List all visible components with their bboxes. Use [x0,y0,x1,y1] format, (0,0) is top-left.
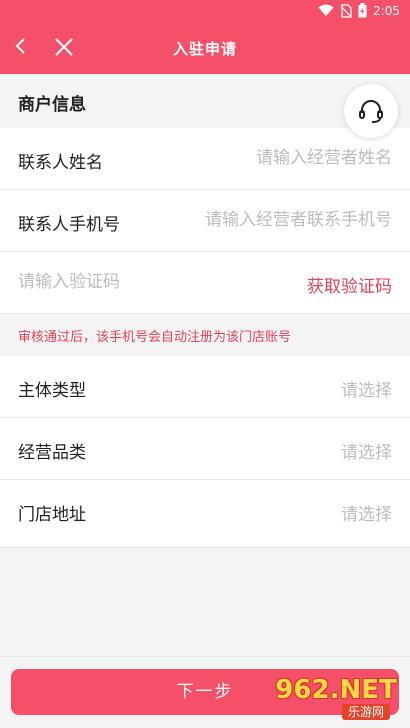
customer-service-button[interactable] [344,84,398,138]
entity-type-select[interactable]: 请选择 [341,376,392,401]
contact-phone-label: 联系人手机号 [18,215,120,235]
page-title: 入驻申请 [172,40,237,58]
category-label: 经营品类 [18,443,86,463]
status-bar: 2:05 [0,0,410,22]
battery-icon [358,3,367,18]
category-row[interactable]: 经营品类 请选择 [0,418,410,480]
section-title: 商户信息 [18,95,86,115]
contact-name-label: 联系人姓名 [18,153,103,173]
contact-phone-row: 联系人手机号 [0,190,410,252]
status-icons: 2:05 [318,3,400,18]
verify-code-row: 获取验证码 [0,252,410,314]
no-sim-icon [340,3,352,18]
headset-icon [359,100,383,123]
store-address-select[interactable]: 请选择 [341,500,392,525]
store-address-label: 门店地址 [18,505,86,525]
app-bar: 入驻申请 [0,22,410,74]
store-address-row[interactable]: 门店地址 请选择 [0,480,410,548]
contact-name-input[interactable] [222,146,392,170]
entity-type-row[interactable]: 主体类型 请选择 [0,356,410,418]
notice-text: 审核通过后，该手机号会自动注册为该门店账号 [18,330,292,345]
watermark-sub: 乐游网 [341,704,390,720]
status-time: 2:05 [373,3,400,18]
get-code-button[interactable]: 获取验证码 [307,272,392,297]
contact-name-row: 联系人姓名 [0,128,410,190]
watermark-logo: 962.NET 乐游网 [268,674,404,722]
contact-phone-input[interactable] [172,208,392,232]
notice-banner: 审核通过后，该手机号会自动注册为该门店账号 [0,314,410,356]
category-select[interactable]: 请选择 [341,438,392,463]
verify-code-input[interactable] [18,270,218,294]
wifi-icon [318,4,334,16]
watermark-brand: 962.NET [275,675,397,705]
entity-type-label: 主体类型 [18,381,86,401]
